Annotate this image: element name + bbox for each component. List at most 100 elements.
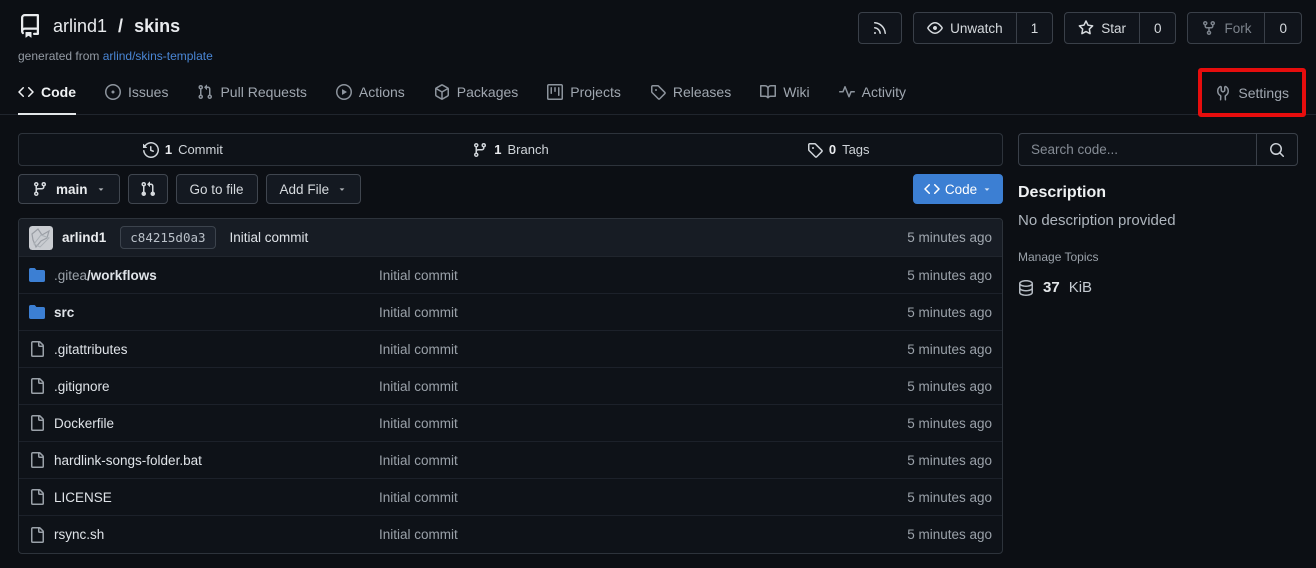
- file-commit-time: 5 minutes ago: [907, 342, 992, 357]
- package-icon: [434, 84, 450, 100]
- folder-link[interactable]: src: [54, 305, 74, 320]
- tab-packages-label: Packages: [457, 84, 518, 100]
- file-name-cell: hardlink-songs-folder.bat: [29, 452, 379, 468]
- table-row[interactable]: src Initial commit 5 minutes ago: [19, 294, 1002, 331]
- tab-wiki[interactable]: Wiki: [760, 70, 809, 114]
- folder-link[interactable]: /workflows: [87, 268, 157, 283]
- repo-icon: [18, 14, 42, 38]
- tab-code[interactable]: Code: [18, 70, 76, 115]
- search-button[interactable]: [1256, 134, 1297, 165]
- file-commit-message[interactable]: Initial commit: [379, 527, 907, 542]
- file-commit-message[interactable]: Initial commit: [379, 305, 907, 320]
- go-to-file-button[interactable]: Go to file: [176, 174, 258, 204]
- tab-activity[interactable]: Activity: [839, 70, 906, 114]
- tab-code-label: Code: [41, 84, 76, 100]
- git-branch-icon: [472, 142, 488, 158]
- file-commit-message[interactable]: Initial commit: [379, 379, 907, 394]
- git-compare-icon: [140, 181, 156, 197]
- code-download-button[interactable]: Code: [913, 174, 1003, 204]
- file-commit-message[interactable]: Initial commit: [379, 268, 907, 283]
- star-label: Star: [1101, 21, 1126, 36]
- commit-time: 5 minutes ago: [907, 230, 992, 245]
- file-commit-time: 5 minutes ago: [907, 305, 992, 320]
- watchers-count[interactable]: 1: [1016, 13, 1053, 43]
- go-to-file-label: Go to file: [190, 182, 244, 197]
- repo-name-link[interactable]: skins: [134, 16, 180, 37]
- rss-button[interactable]: [858, 12, 902, 44]
- tab-issues[interactable]: Issues: [105, 70, 168, 114]
- file-icon: [29, 378, 45, 394]
- manage-topics-link[interactable]: Manage Topics: [1018, 250, 1298, 264]
- file-link[interactable]: .gitattributes: [54, 342, 128, 357]
- file-commit-time: 5 minutes ago: [907, 527, 992, 542]
- tab-issues-label: Issues: [128, 84, 168, 100]
- table-row[interactable]: .gitea/workflows Initial commit 5 minute…: [19, 257, 1002, 294]
- table-row[interactable]: Dockerfile Initial commit 5 minutes ago: [19, 405, 1002, 442]
- chevron-down-icon: [337, 184, 347, 194]
- commit-message[interactable]: Initial commit: [230, 230, 309, 245]
- file-commit-time: 5 minutes ago: [907, 268, 992, 283]
- fork-button[interactable]: Fork: [1188, 13, 1264, 43]
- commits-label: Commit: [178, 142, 223, 157]
- generated-from: generated from arlind/skins-template: [18, 49, 213, 63]
- star-button-group: Star 0: [1064, 12, 1176, 44]
- branches-stat[interactable]: 1 Branch: [347, 134, 675, 165]
- repo-owner-link[interactable]: arlind1: [53, 16, 107, 37]
- file-link[interactable]: LICENSE: [54, 490, 112, 505]
- repo-toolbar: main Go to file Add File Code: [18, 174, 1003, 204]
- file-commit-time: 5 minutes ago: [907, 379, 992, 394]
- repo-title: arlind1 / skins: [18, 14, 213, 38]
- main-column: 1 Commit 1 Branch 0 Tags main: [18, 133, 1003, 554]
- file-link[interactable]: hardlink-songs-folder.bat: [54, 453, 202, 468]
- tab-projects[interactable]: Projects: [547, 70, 621, 114]
- repo-nav-tabs: Code Issues Pull Requests Actions Packag…: [0, 70, 1316, 115]
- branch-selector[interactable]: main: [18, 174, 120, 204]
- code-search: [1018, 133, 1298, 166]
- tag-icon: [650, 84, 666, 100]
- table-row[interactable]: .gitignore Initial commit 5 minutes ago: [19, 368, 1002, 405]
- table-row[interactable]: .gitattributes Initial commit 5 minutes …: [19, 331, 1002, 368]
- search-input[interactable]: [1019, 134, 1256, 165]
- table-row[interactable]: hardlink-songs-folder.bat Initial commit…: [19, 442, 1002, 479]
- compare-button[interactable]: [128, 174, 168, 204]
- stars-count[interactable]: 0: [1139, 13, 1176, 43]
- tab-pull-requests[interactable]: Pull Requests: [197, 70, 306, 114]
- file-link[interactable]: .gitignore: [54, 379, 110, 394]
- git-branch-icon: [32, 181, 48, 197]
- file-link[interactable]: rsync.sh: [54, 527, 104, 542]
- file-name-cell: rsync.sh: [29, 527, 379, 543]
- commit-author[interactable]: arlind1: [62, 230, 106, 245]
- fork-label: Fork: [1224, 21, 1251, 36]
- file-commit-message[interactable]: Initial commit: [379, 342, 907, 357]
- file-icon: [29, 415, 45, 431]
- file-table: arlind1 c84215d0a3 Initial commit 5 minu…: [18, 218, 1003, 554]
- forks-count[interactable]: 0: [1264, 13, 1301, 43]
- tab-releases[interactable]: Releases: [650, 70, 731, 114]
- star-button[interactable]: Star: [1065, 13, 1139, 43]
- file-commit-message[interactable]: Initial commit: [379, 453, 907, 468]
- tab-settings[interactable]: Settings: [1215, 85, 1289, 101]
- file-commit-message[interactable]: Initial commit: [379, 490, 907, 505]
- tab-actions-label: Actions: [359, 84, 405, 100]
- eye-icon: [927, 20, 943, 36]
- file-link[interactable]: Dockerfile: [54, 416, 114, 431]
- code-button-label: Code: [945, 182, 977, 197]
- unwatch-button[interactable]: Unwatch: [914, 13, 1016, 43]
- description-text: No description provided: [1018, 212, 1298, 229]
- watch-button-group: Unwatch 1: [913, 12, 1053, 44]
- repo-stats-bar: 1 Commit 1 Branch 0 Tags: [18, 133, 1003, 166]
- table-row[interactable]: rsync.sh Initial commit 5 minutes ago: [19, 516, 1002, 553]
- add-file-button[interactable]: Add File: [266, 174, 362, 204]
- tab-actions[interactable]: Actions: [336, 70, 405, 114]
- tags-stat[interactable]: 0 Tags: [674, 134, 1002, 165]
- commits-stat[interactable]: 1 Commit: [19, 134, 347, 165]
- file-name-cell: .gitattributes: [29, 341, 379, 357]
- template-repo-link[interactable]: arlind/skins-template: [103, 49, 213, 63]
- file-commit-message[interactable]: Initial commit: [379, 416, 907, 431]
- table-row[interactable]: LICENSE Initial commit 5 minutes ago: [19, 479, 1002, 516]
- commit-hash[interactable]: c84215d0a3: [120, 226, 215, 249]
- tab-packages[interactable]: Packages: [434, 70, 518, 114]
- fork-button-group: Fork 0: [1187, 12, 1302, 44]
- tags-count: 0: [829, 142, 836, 157]
- avatar[interactable]: [29, 226, 53, 250]
